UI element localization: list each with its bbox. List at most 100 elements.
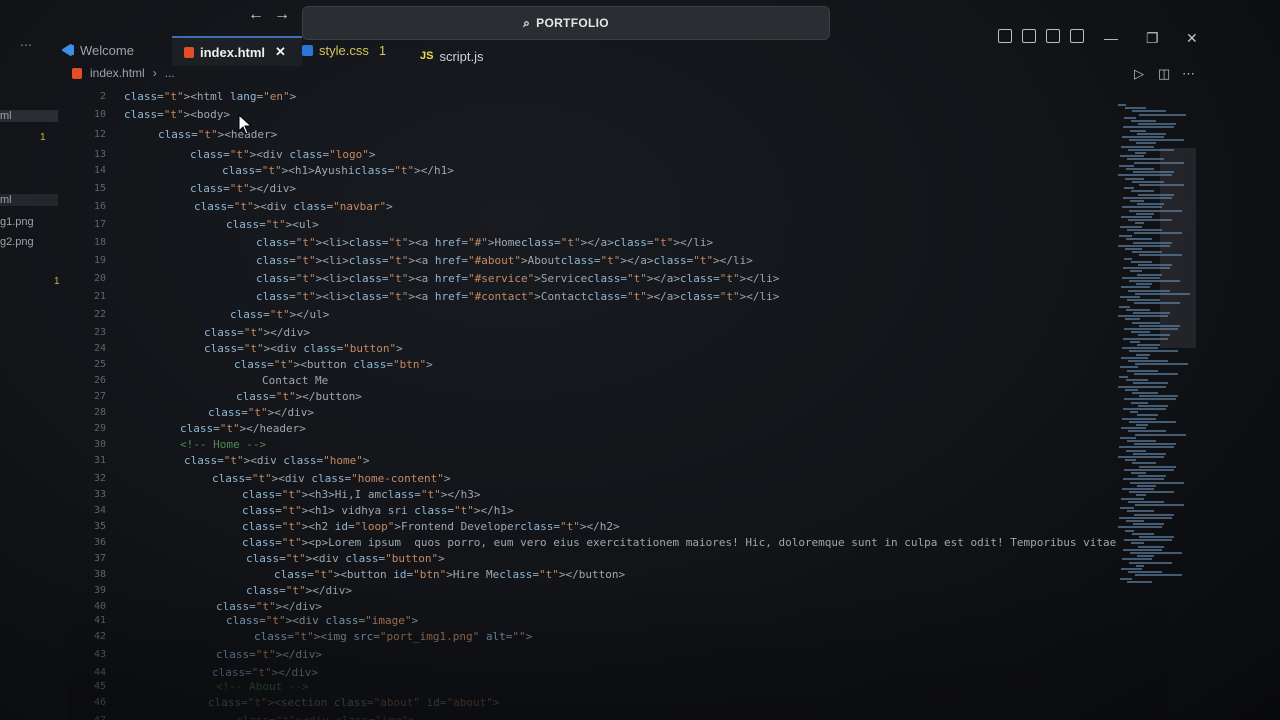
code-text: class="t"><h3>Hi,I amclass="t"></h3>: [242, 488, 481, 501]
minimap-line: [1129, 420, 1176, 423]
code-line[interactable]: 17 class="t"><ul>: [66, 216, 1106, 233]
minimap-line: [1121, 568, 1142, 570]
code-line[interactable]: 23 class="t"></div>: [66, 324, 1106, 341]
code-text: Contact Me: [262, 374, 329, 387]
problems-badge: 1: [378, 42, 387, 58]
more-actions-icon[interactable]: ⋯: [1182, 66, 1195, 82]
minimap-line: [1135, 363, 1188, 366]
close-tab-icon[interactable]: ✕: [275, 44, 286, 60]
line-number: 28: [93, 407, 106, 418]
code-line[interactable]: 29 class="t"></header>: [66, 420, 1106, 437]
code-line[interactable]: 12 class="t"><header>: [66, 126, 1106, 143]
code-line[interactable]: 41 class="t"><div class="image">: [66, 612, 1106, 629]
minimap-line: [1131, 472, 1146, 474]
minimap-line: [1127, 158, 1164, 161]
minimap-line: [1135, 222, 1144, 225]
vertical-scrollbar[interactable]: [1160, 148, 1196, 348]
code-line[interactable]: 30 <!-- Home -->: [66, 436, 1106, 453]
tab-welcome[interactable]: Welcome: [62, 36, 170, 64]
minimap-line: [1125, 248, 1142, 250]
code-line[interactable]: 14 class="t"><h1>Ayushiclass="t"></h1>: [66, 162, 1106, 179]
code-line[interactable]: 38 class="t"><button id="btn">Hire Meclas…: [66, 566, 1106, 583]
code-text: class="t"></div>: [216, 648, 322, 661]
minimap-line: [1124, 539, 1172, 542]
code-line[interactable]: 21 class="t"><li>class="t"><a href="#cont…: [66, 288, 1106, 305]
minimap-line: [1128, 430, 1166, 433]
minimap-line: [1136, 353, 1150, 356]
breadcrumb-file[interactable]: index.html: [90, 66, 145, 80]
minimap-line: [1125, 318, 1140, 321]
forward-arrow-icon[interactable]: →: [274, 6, 290, 24]
minimap-line: [1130, 270, 1142, 273]
minimap-line: [1126, 168, 1154, 170]
line-number: 32: [93, 473, 106, 484]
minimap-line: [1118, 456, 1164, 458]
run-icon[interactable]: ▷: [1134, 66, 1144, 82]
line-number: 38: [93, 569, 106, 580]
line-number: 15: [93, 183, 106, 194]
explorer-item[interactable]: ml: [0, 110, 58, 122]
breadcrumb-more[interactable]: ...: [165, 66, 175, 80]
code-line[interactable]: 37 class="t"><div class="button">: [66, 550, 1106, 567]
explorer-item[interactable]: ml: [0, 194, 58, 206]
back-arrow-icon[interactable]: ←: [248, 6, 264, 24]
minimap-line: [1118, 104, 1126, 106]
minimap-line: [1132, 321, 1160, 324]
tab-index-html[interactable]: index.html ✕: [172, 36, 302, 66]
code-line[interactable]: 43 class="t"></div>: [66, 646, 1106, 663]
code-line[interactable]: 16 class="t"><div class="navbar">: [66, 198, 1106, 215]
code-line[interactable]: 31 class="t"><div class="home">: [66, 452, 1106, 469]
code-line[interactable]: 26 Contact Me: [66, 372, 1106, 389]
code-text: class="t"><div class="home">: [184, 454, 370, 467]
code-line[interactable]: 46 class="t"><section class="about" id="a…: [66, 694, 1106, 711]
line-number: 35: [93, 521, 106, 532]
minimap-line: [1128, 500, 1164, 503]
css-file-icon: [302, 44, 313, 56]
vscode-window: ⋯ ← → ⌕ PORTFOLIO — ❐ ✕ Welcome index.ht…: [0, 0, 1280, 720]
code-line[interactable]: 28 class="t"></div>: [66, 404, 1106, 421]
code-editor[interactable]: 2 class="t"><html lang="en"> 10 class="t"><…: [66, 86, 1116, 720]
explorer-item[interactable]: g1.png: [0, 216, 34, 228]
command-center-search[interactable]: ⌕ PORTFOLIO: [302, 6, 830, 40]
code-line[interactable]: 10 class="t"><body>: [66, 106, 1106, 123]
code-line[interactable]: 22 class="t"></ul>: [66, 306, 1106, 323]
minimap-line: [1126, 449, 1146, 452]
tab-script-js[interactable]: JS script.js: [420, 42, 520, 70]
tab-style-css[interactable]: style.css 1: [302, 36, 402, 64]
code-text: <!-- About -->: [216, 680, 309, 693]
code-line[interactable]: 15 class="t"></div>: [66, 180, 1106, 197]
code-line[interactable]: 24 class="t"><div class="button">: [66, 340, 1106, 357]
minimap-line: [1119, 235, 1132, 238]
minimap-line: [1119, 305, 1130, 308]
code-line[interactable]: 25 class="t"><button class="btn">: [66, 356, 1106, 373]
code-line[interactable]: 47 class="t"><div class="img">: [66, 712, 1106, 720]
line-number: 22: [93, 309, 106, 320]
code-text: class="t"></div>: [208, 406, 314, 419]
minimap-line: [1127, 299, 1160, 302]
explorer-item[interactable]: g2.png: [0, 236, 34, 248]
split-editor-icon[interactable]: ◫: [1158, 66, 1170, 82]
code-line[interactable]: 32 class="t"><div class="home-content">: [66, 470, 1106, 487]
code-line[interactable]: 39 class="t"></div>: [66, 582, 1106, 599]
code-line[interactable]: 33 class="t"><h3>Hi,I amclass="t"></h3>: [66, 486, 1106, 503]
vscode-icon: [62, 44, 74, 56]
code-line[interactable]: 35 class="t"><h2 id="loop">Frontend Devel…: [66, 518, 1106, 535]
code-line[interactable]: 19 class="t"><li>class="t"><a href="#abou…: [66, 252, 1106, 269]
code-line[interactable]: 34 class="t"><h1> vidhya sri class="t"></…: [66, 502, 1106, 519]
code-line[interactable]: 45 <!-- About -->: [66, 678, 1106, 695]
code-line[interactable]: 20 class="t"><li>class="t"><a href="#serv…: [66, 270, 1106, 287]
code-text: class="t"><h1> vidhya sri class="t"></h1…: [242, 504, 514, 517]
minimap-line: [1118, 385, 1166, 388]
code-line[interactable]: 2 class="t"><html lang="en">: [66, 88, 1106, 105]
code-line[interactable]: 18 class="t"><li>class="t"><a href="#">Ho…: [66, 234, 1106, 251]
code-line[interactable]: 13 class="t"><div class="logo">: [66, 146, 1106, 163]
minimap-line: [1127, 580, 1152, 583]
code-text: class="t"></div>: [190, 182, 296, 195]
code-line[interactable]: 36 class="t"><p>Lorem ipsum quos porro, e…: [66, 534, 1116, 551]
minimap-line: [1138, 545, 1164, 548]
code-line[interactable]: 27 class="t"></button>: [66, 388, 1106, 405]
code-line[interactable]: 42 class="t"><img src="port_img1.png" alt…: [66, 628, 1106, 645]
minimap-line: [1120, 225, 1142, 228]
line-number: 18: [93, 237, 106, 248]
minimap-line: [1127, 228, 1162, 231]
